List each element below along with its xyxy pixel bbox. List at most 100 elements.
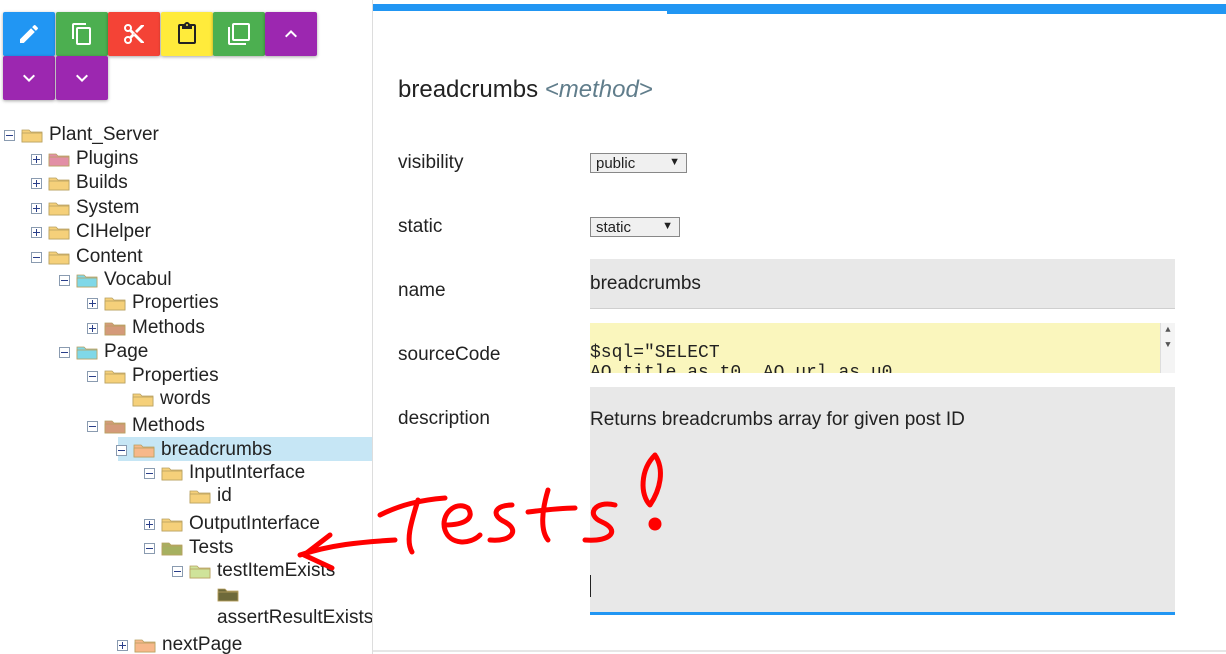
move-down-button[interactable] xyxy=(3,56,55,100)
copy-button[interactable] xyxy=(56,12,108,56)
collapse-icon[interactable] xyxy=(172,565,183,577)
textarea-scrollbar[interactable]: ▲ ▼ xyxy=(1160,323,1175,373)
duplicate-button[interactable] xyxy=(213,12,265,56)
tree-node[interactable]: Vocabul xyxy=(59,268,172,292)
tree-node[interactable]: Page xyxy=(59,340,148,364)
folder-icon xyxy=(161,540,183,556)
progress-bar-track xyxy=(373,11,667,14)
tree-node-label: CIHelper xyxy=(76,221,151,242)
tree-node[interactable]: Builds xyxy=(31,171,128,195)
tree-node[interactable]: Plant_Server xyxy=(4,123,159,147)
tree-node[interactable]: InputInterface xyxy=(144,461,305,485)
tree-node-label: Content xyxy=(76,246,143,267)
chevron-down-icon xyxy=(23,74,35,82)
name-label: name xyxy=(398,280,446,301)
expand-icon[interactable] xyxy=(87,297,98,309)
source-code-line: $sql="SELECT xyxy=(590,343,720,363)
expand-icon[interactable] xyxy=(31,202,42,214)
collapse-icon[interactable] xyxy=(87,420,98,432)
collapse-icon[interactable] xyxy=(116,444,127,456)
tree-node[interactable]: assertResultExists xyxy=(200,606,372,630)
copy-icon xyxy=(72,23,91,45)
expand-icon[interactable] xyxy=(31,153,42,165)
expand-icon[interactable] xyxy=(31,177,42,189)
collapse-icon[interactable] xyxy=(87,370,98,382)
folder-icon xyxy=(217,586,239,602)
folder-icon xyxy=(189,488,211,504)
tree-node[interactable]: Plugins xyxy=(31,147,138,171)
tree-node[interactable] xyxy=(200,582,245,606)
tree-node-label: Vocabul xyxy=(104,269,172,290)
cut-button[interactable] xyxy=(108,12,160,56)
tree-node-label: Builds xyxy=(76,172,128,193)
tree-node-label: words xyxy=(160,388,211,409)
expand-icon[interactable] xyxy=(31,226,42,238)
tree-node[interactable]: OutputInterface xyxy=(144,512,320,536)
collapse-icon[interactable] xyxy=(59,274,70,286)
tree-node-label: System xyxy=(76,197,140,218)
folder-icon xyxy=(104,368,126,384)
tree-node-label: Page xyxy=(104,341,149,362)
name-input[interactable]: breadcrumbs xyxy=(590,259,1175,309)
tree-node-label: testItemExists xyxy=(217,560,336,581)
tree-node[interactable]: id xyxy=(172,484,232,508)
dropdown-arrow-icon: ▼ xyxy=(662,220,673,232)
expand-button[interactable] xyxy=(56,56,108,100)
tree-node-label: assertResultExists xyxy=(217,607,372,628)
detail-panel: breadcrumbs <method> visibility public ▼… xyxy=(372,0,1226,654)
folder-icon xyxy=(48,249,70,265)
tree-node-label: Plugins xyxy=(76,148,139,169)
tree-panel: Plant_Server Plugins Builds System CIHelper C… xyxy=(0,0,372,654)
tree-node[interactable]: testItemExists xyxy=(172,559,335,583)
visibility-select[interactable]: public ▼ xyxy=(590,153,687,173)
tree-node[interactable]: breadcrumbs xyxy=(116,438,272,462)
text-cursor xyxy=(590,575,591,597)
expand-icon[interactable] xyxy=(87,322,98,334)
expand-icon[interactable] xyxy=(144,518,155,530)
tree-node-label: Methods xyxy=(132,317,205,338)
tree-node[interactable]: Properties xyxy=(87,291,219,315)
source-code-textarea[interactable]: $sql="SELECT AO.title as t0, AO.url as u… xyxy=(590,323,1175,373)
tree-node-label: Tests xyxy=(189,537,234,558)
method-name: breadcrumbs xyxy=(398,76,539,103)
folder-icon xyxy=(48,224,70,240)
folder-icon xyxy=(161,516,183,532)
tree-node[interactable]: Tests xyxy=(144,536,233,560)
collapse-icon[interactable] xyxy=(144,542,155,554)
description-label: description xyxy=(398,408,490,429)
static-select[interactable]: static ▼ xyxy=(590,217,680,237)
folder-icon xyxy=(76,344,98,360)
paste-button[interactable] xyxy=(161,12,213,56)
collapse-icon[interactable] xyxy=(59,346,70,358)
description-text: Returns breadcrumbs array for given post… xyxy=(590,409,965,430)
tree-node-label: id xyxy=(217,485,232,506)
description-textarea[interactable]: Returns breadcrumbs array for given post… xyxy=(590,387,1175,615)
folder-icon xyxy=(104,418,126,434)
tree-node-label: nextPage xyxy=(162,634,243,654)
tree-node-label: Properties xyxy=(132,292,219,313)
edit-button[interactable] xyxy=(3,12,55,56)
static-label: static xyxy=(398,216,443,237)
collapse-icon[interactable] xyxy=(31,251,42,263)
tree-node[interactable]: Methods xyxy=(87,414,205,438)
folder-icon xyxy=(104,320,126,336)
collapse-icon[interactable] xyxy=(4,129,15,141)
tree-node[interactable]: System xyxy=(31,196,139,220)
tree-node[interactable]: CIHelper xyxy=(31,220,151,244)
tree-node[interactable]: Methods xyxy=(87,316,205,340)
tree-node[interactable]: words xyxy=(115,387,211,411)
chevron-down-icon xyxy=(76,74,88,82)
expand-icon[interactable] xyxy=(117,639,128,651)
tree-node[interactable]: Properties xyxy=(87,364,219,388)
move-up-button[interactable] xyxy=(265,12,317,56)
tree-node-label: Plant_Server xyxy=(49,124,159,145)
collapse-icon[interactable] xyxy=(144,467,155,479)
tree-node[interactable]: Content xyxy=(31,245,143,269)
folder-icon xyxy=(48,151,70,167)
folder-icon xyxy=(104,295,126,311)
tree-node[interactable]: nextPage xyxy=(117,633,242,654)
